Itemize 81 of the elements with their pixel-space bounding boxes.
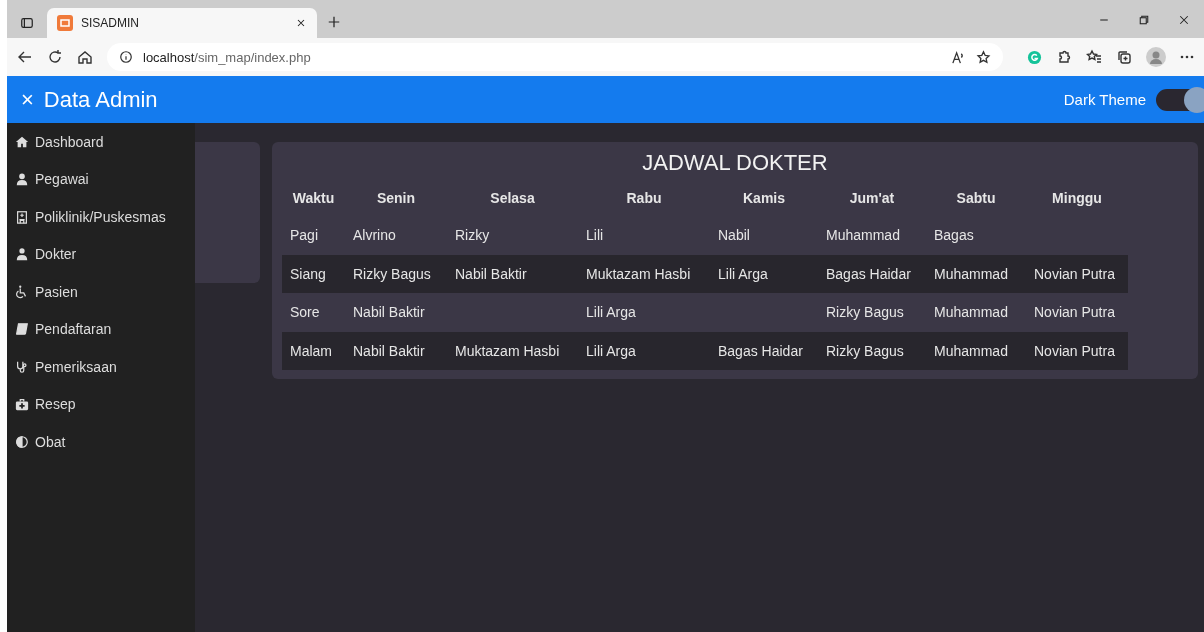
close-sidebar-button[interactable]: × xyxy=(21,86,34,113)
collections-icon[interactable] xyxy=(1116,49,1132,65)
person-icon xyxy=(15,247,29,262)
table-cell: Nabil Baktir xyxy=(345,293,447,332)
column-header: Kamis xyxy=(742,189,786,208)
wheelchair-icon xyxy=(15,284,29,299)
table-cell-text: Nabil xyxy=(717,226,751,246)
table-cell: Nabil Baktir xyxy=(447,254,578,293)
sidebar-item[interactable]: Obat xyxy=(7,423,195,461)
sidebar-item[interactable]: Pendaftaran xyxy=(7,310,195,348)
table-cell: Nabil Baktir xyxy=(345,331,447,370)
browser-tab[interactable]: SISADMIN xyxy=(47,8,317,38)
refresh-icon[interactable] xyxy=(47,49,63,65)
column-header: Sabtu xyxy=(955,189,997,208)
building-icon xyxy=(15,209,29,224)
table-cell-text: Muhammad xyxy=(825,226,901,246)
add-favorite-icon[interactable] xyxy=(976,49,991,65)
tab-actions-icon[interactable] xyxy=(20,16,34,30)
table-cell: Rizky Bagus xyxy=(818,331,926,370)
user-icon xyxy=(15,172,29,187)
table-cell: Lili Arga xyxy=(578,331,710,370)
new-tab-icon[interactable] xyxy=(327,14,341,29)
address-bar[interactable]: localhost/sim_map/index.php xyxy=(107,43,1003,71)
table-cell: Bagas Haidar xyxy=(818,254,926,293)
app-logo-icon xyxy=(57,15,73,31)
restore-icon[interactable] xyxy=(1138,14,1150,26)
table-cell: Siang xyxy=(282,254,345,293)
close-icon[interactable] xyxy=(1178,14,1190,26)
book-icon xyxy=(15,322,29,337)
table-cell-text: Bagas xyxy=(933,226,975,246)
favorites-icon[interactable] xyxy=(1086,49,1102,65)
medical-kit-icon xyxy=(15,397,29,412)
sidebar-item[interactable]: Pasien xyxy=(7,273,195,311)
table-cell: Sore xyxy=(282,293,345,332)
theme-label: Dark Theme xyxy=(1063,91,1146,108)
home-icon[interactable] xyxy=(77,49,93,65)
info-icon[interactable] xyxy=(119,50,133,64)
tab-title: SISADMIN xyxy=(81,16,140,30)
table-cell: Muhammad xyxy=(926,254,1026,293)
table-cell: Rizky Bagus xyxy=(818,293,926,332)
table-cell: Malam xyxy=(282,331,345,370)
back-icon[interactable] xyxy=(17,49,33,65)
close-icon[interactable] xyxy=(295,17,307,29)
sidebar-item[interactable]: Dashboard xyxy=(7,123,195,161)
table-cell: Lili Arga xyxy=(710,254,818,293)
table-cell: Novian Putra xyxy=(1026,331,1128,370)
url-text: localhost/sim_map/index.php xyxy=(143,49,311,65)
table-cell-text: Rizky xyxy=(454,226,491,246)
table-cell: Lili Arga xyxy=(578,293,710,332)
column-header: Minggu xyxy=(1051,189,1103,208)
more-options-icon[interactable] xyxy=(1180,55,1194,59)
column-header: Selasa xyxy=(489,189,536,208)
stethoscope-icon xyxy=(15,359,29,374)
profile-avatar-icon[interactable] xyxy=(1146,47,1166,67)
sidebar-item[interactable]: Pemeriksaan xyxy=(7,348,195,386)
home-icon xyxy=(15,134,29,149)
column-header: Waktu xyxy=(291,189,336,208)
table-cell: Novian Putra xyxy=(1026,293,1128,332)
table-cell: Muktazam Hasbi xyxy=(447,331,578,370)
table-cell-text: Lili xyxy=(585,226,605,246)
extensions-icon[interactable] xyxy=(1056,49,1072,65)
sidebar-item[interactable]: Pegawai xyxy=(7,160,195,198)
table-cell: Muktazam Hasbi xyxy=(578,254,710,293)
table-cell: Muhammad xyxy=(926,331,1026,370)
sidebar-item[interactable]: Dokter xyxy=(7,235,195,273)
table-cell: Novian Putra xyxy=(1026,254,1128,293)
column-header: Jum'at xyxy=(848,189,896,208)
dark-theme-toggle[interactable] xyxy=(1156,88,1204,111)
table-cell: Muhammad xyxy=(926,293,1026,332)
schedule-title: JADWAL DOKTER xyxy=(641,150,829,176)
table-cell: Bagas Haidar xyxy=(710,331,818,370)
page-title: Data Admin xyxy=(43,86,159,113)
column-header: Rabu xyxy=(625,189,663,208)
sidebar-item[interactable]: Resep xyxy=(7,385,195,423)
table-cell: Rizky Bagus xyxy=(345,254,447,293)
half-circle-icon xyxy=(15,434,29,449)
column-header: Senin xyxy=(375,189,417,208)
read-aloud-icon[interactable] xyxy=(951,49,966,65)
table-cell-text: Alvrino xyxy=(352,226,397,246)
sidebar-item[interactable]: Poliklinik/Puskesmas xyxy=(7,198,195,236)
table-cell-text: Pagi xyxy=(289,226,320,246)
